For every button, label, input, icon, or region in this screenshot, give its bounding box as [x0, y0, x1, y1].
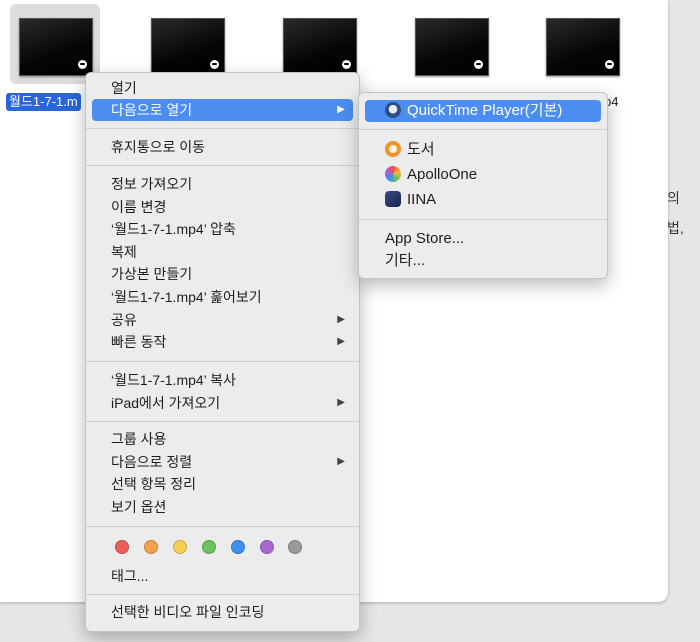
menu-item-label: 정보 가져오기 [111, 176, 193, 192]
menu-item-label: 선택 항목 정리 [111, 476, 197, 492]
submenu-item-label: IINA [407, 191, 437, 208]
menu-item-duplicate[interactable]: 복제 [92, 241, 353, 263]
apolloone-icon [385, 166, 401, 182]
menu-item-import-from-ipad[interactable]: iPad에서 가져오기 ▶ [92, 392, 353, 414]
submenu-arrow-icon: ▶ [337, 397, 345, 408]
menu-separator [86, 526, 359, 527]
submenu-item-other[interactable]: 기타... [365, 250, 601, 272]
menu-item-open-with[interactable]: 다음으로 열기 ▶ [92, 99, 353, 121]
menu-item-label: ‘월드1-7-1.mp4’ 압축 [111, 221, 236, 237]
context-menu: 열기 다음으로 열기 ▶ 휴지통으로 이동 정보 가져오기 이름 변경 ‘월드1-… [85, 72, 360, 632]
submenu-item-iina[interactable]: IINA [365, 189, 601, 211]
menu-item-label: ‘월드1-7-1.mp4’ 훑어보기 [111, 289, 262, 305]
video-thumbnail[interactable] [283, 18, 357, 76]
tag-orange-dot[interactable] [144, 540, 158, 554]
menu-item-quick-look[interactable]: ‘월드1-7-1.mp4’ 훑어보기 [92, 286, 353, 308]
menu-item-label: 복제 [111, 244, 137, 260]
submenu-arrow-icon: ▶ [337, 456, 345, 467]
menu-item-label: iPad에서 가져오기 [111, 395, 221, 411]
submenu-item-books[interactable]: 도서 [365, 139, 601, 161]
skull-icon [342, 60, 351, 69]
submenu-item-label: QuickTime Player(기본) [407, 102, 563, 119]
menu-separator [86, 421, 359, 422]
video-thumbnail[interactable] [151, 18, 225, 76]
submenu-arrow-icon: ▶ [337, 336, 345, 347]
tag-gray-dot[interactable] [288, 540, 302, 554]
submenu-item-label: ApolloOne [407, 166, 478, 183]
menu-separator [359, 219, 607, 220]
side-text: 의 [667, 190, 680, 206]
menu-item-move-to-trash[interactable]: 휴지통으로 이동 [92, 136, 353, 158]
iina-icon [385, 191, 401, 207]
menu-separator [359, 129, 607, 130]
submenu-item-label: 도서 [407, 141, 435, 158]
tag-blue-dot[interactable] [231, 540, 245, 554]
skull-icon [78, 60, 87, 69]
books-icon [385, 141, 401, 157]
skull-icon [605, 60, 614, 69]
menu-item-get-info[interactable]: 정보 가져오기 [92, 173, 353, 195]
submenu-arrow-icon: ▶ [337, 104, 345, 115]
selected-file-name[interactable]: 월드1-7-1.m [6, 93, 81, 111]
tag-purple-dot[interactable] [260, 540, 274, 554]
menu-item-encode-video[interactable]: 선택한 비디오 파일 인코딩 [92, 601, 353, 623]
submenu-item-apolloone[interactable]: ApolloOne [365, 164, 601, 186]
submenu-item-label: App Store... [385, 230, 465, 247]
menu-item-label: 선택한 비디오 파일 인코딩 [111, 604, 265, 620]
menu-item-use-groups[interactable]: 그룹 사용 [92, 428, 353, 450]
menu-item-label: 열기 [111, 80, 137, 96]
menu-separator [86, 128, 359, 129]
menu-item-label: 휴지통으로 이동 [111, 139, 206, 155]
menu-item-clean-up-selection[interactable]: 선택 항목 정리 [92, 473, 353, 495]
tag-green-dot[interactable] [202, 540, 216, 554]
menu-item-label: 빠른 동작 [111, 334, 167, 350]
menu-item-sort-by[interactable]: 다음으로 정렬 ▶ [92, 451, 353, 473]
submenu-item-label: 기타... [385, 252, 426, 269]
menu-item-label: 그룹 사용 [111, 431, 167, 447]
tag-yellow-dot[interactable] [173, 540, 187, 554]
menu-item-open[interactable]: 열기 [92, 77, 353, 99]
tag-red-dot[interactable] [115, 540, 129, 554]
submenu-item-quicktime[interactable]: QuickTime Player(기본) [365, 100, 601, 122]
menu-item-label: ‘월드1-7-1.mp4’ 복사 [111, 372, 236, 388]
submenu-arrow-icon: ▶ [337, 314, 345, 325]
skull-icon [474, 60, 483, 69]
side-text: 법, [667, 220, 684, 236]
menu-item-tags[interactable]: 태그... [92, 565, 353, 587]
menu-item-label: 태그... [111, 568, 149, 584]
menu-item-share[interactable]: 공유 ▶ [92, 309, 353, 331]
menu-item-quick-actions[interactable]: 빠른 동작 ▶ [92, 331, 353, 353]
menu-separator [86, 594, 359, 595]
submenu-item-app-store[interactable]: App Store... [365, 228, 601, 250]
menu-item-label: 가상본 만들기 [111, 266, 193, 282]
open-with-submenu: QuickTime Player(기본) 도서 ApolloOne IINA A… [358, 92, 608, 279]
menu-item-view-options[interactable]: 보기 옵션 [92, 496, 353, 518]
video-thumbnail[interactable] [19, 18, 93, 76]
skull-icon [210, 60, 219, 69]
video-thumbnail[interactable] [546, 18, 620, 76]
menu-separator [86, 361, 359, 362]
menu-item-copy[interactable]: ‘월드1-7-1.mp4’ 복사 [92, 369, 353, 391]
menu-item-rename[interactable]: 이름 변경 [92, 196, 353, 218]
menu-item-label: 공유 [111, 312, 137, 328]
menu-item-compress[interactable]: ‘월드1-7-1.mp4’ 압축 [92, 218, 353, 240]
menu-item-label: 이름 변경 [111, 199, 167, 215]
menu-item-label: 다음으로 열기 [111, 102, 193, 118]
quicktime-icon [385, 102, 401, 118]
menu-item-make-alias[interactable]: 가상본 만들기 [92, 263, 353, 285]
menu-separator [86, 165, 359, 166]
menu-item-label: 다음으로 정렬 [111, 454, 193, 470]
menu-item-label: 보기 옵션 [111, 499, 167, 515]
video-thumbnail[interactable] [415, 18, 489, 76]
